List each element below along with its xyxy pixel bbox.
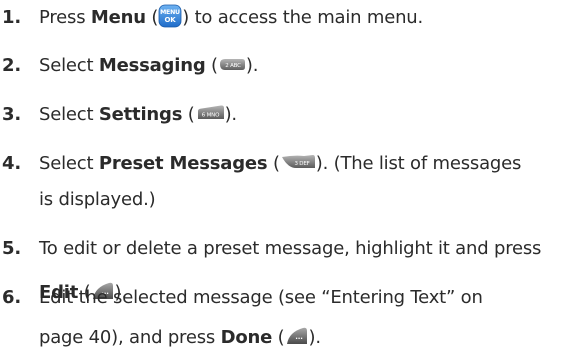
step-number: 4.: [2, 153, 21, 174]
step-line-2: page 40), and press Done ( ... ).: [39, 320, 586, 356]
step-suffix: ). (The list of messages: [315, 153, 522, 174]
step-text: Select Preset Messages ( 3 DEF ). (The l…: [39, 146, 586, 218]
left-softkey-icon: ...: [285, 326, 309, 346]
step-number: 2.: [2, 55, 21, 76]
key-label: 6 MNO: [201, 113, 219, 119]
key-label: 3 DEF: [294, 161, 309, 167]
key-3-def-icon: 3 DEF: [280, 153, 316, 171]
menu-ok-key-icon: MENU OK: [158, 4, 182, 28]
key-2-abc-icon: 2 ABC: [218, 56, 246, 72]
key-name-settings: Settings: [98, 104, 183, 125]
paren-open: (: [145, 7, 159, 28]
key-name-preset-messages: Preset Messages: [98, 153, 268, 174]
key-name-messaging: Messaging: [98, 55, 206, 76]
step-prefix: Select: [39, 55, 99, 76]
paren-open: (: [267, 153, 280, 174]
step-number: 5.: [2, 238, 21, 259]
step-number: 1.: [2, 7, 21, 28]
step-text: Select Settings ( 6 MNO ).: [39, 97, 586, 133]
key-name-menu: Menu: [90, 7, 146, 28]
step-prefix: Press: [39, 7, 91, 28]
step-suffix: ).: [308, 327, 322, 348]
step-text: Edit the selected message (see “Entering…: [39, 280, 586, 356]
key-label: 2 ABC: [225, 63, 241, 69]
step-suffix: ).: [224, 104, 238, 125]
paren-open: (: [182, 104, 195, 125]
key-6-mno-icon: 6 MNO: [195, 104, 225, 122]
step-line-1: Select Preset Messages ( 3 DEF ). (The l…: [39, 146, 586, 182]
step-suffix: ).: [245, 55, 259, 76]
step-line-2: is displayed.): [39, 189, 156, 210]
step-prefix: page 40), and press: [39, 327, 221, 348]
step-line-1: Edit the selected message (see “Entering…: [39, 287, 483, 308]
step-prefix: Select: [39, 153, 99, 174]
step-line-1: To edit or delete a preset message, high…: [39, 238, 542, 259]
menu-key-label-bottom: OK: [165, 16, 177, 24]
step-suffix: ) to access the main menu.: [182, 7, 424, 28]
step-number: 6.: [2, 287, 21, 308]
key-label: ...: [295, 333, 302, 341]
step-number: 3.: [2, 104, 21, 125]
step-text: Select Messaging ( 2 ABC ).: [39, 48, 586, 84]
step-prefix: Select: [39, 104, 99, 125]
paren-open: (: [272, 327, 285, 348]
step-text: Press Menu ( MENU OK ) to access the mai…: [39, 0, 586, 36]
paren-open: (: [205, 55, 218, 76]
key-name-done: Done: [220, 327, 273, 348]
